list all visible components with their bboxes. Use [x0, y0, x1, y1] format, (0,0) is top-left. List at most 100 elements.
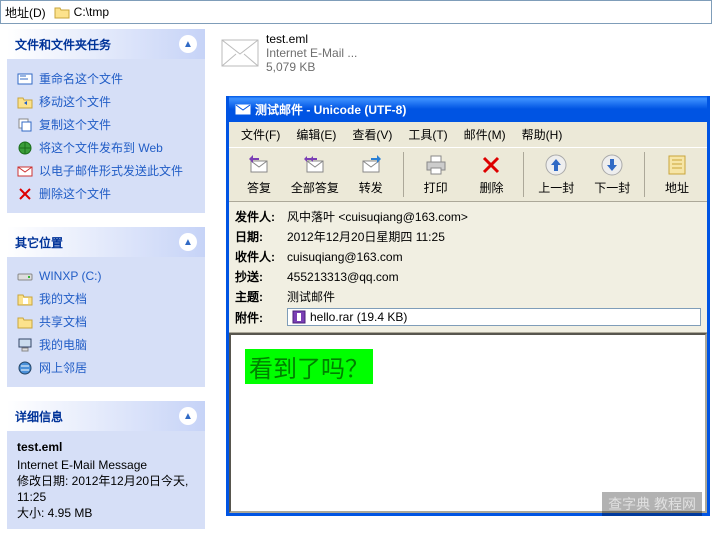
forward-button[interactable]: 转发 [343, 150, 399, 199]
attachment-value: hello.rar (19.4 KB) [310, 310, 407, 324]
reply-icon [247, 153, 271, 177]
file-info: test.eml Internet E-Mail ... 5,079 KB [266, 32, 357, 74]
chevron-up-icon: ▲ [179, 233, 197, 251]
email-window: 测试邮件 - Unicode (UTF-8) 文件(F) 编辑(E) 查看(V)… [226, 96, 710, 516]
mydocs-icon [17, 291, 33, 307]
menu-help[interactable]: 帮助(H) [514, 124, 571, 145]
network-icon [17, 360, 33, 376]
details-panel: 详细信息 ▲ test.eml Internet E-Mail Message … [6, 400, 206, 530]
address-bar: 地址(D) C:\tmp [0, 0, 712, 24]
details-header[interactable]: 详细信息 ▲ [7, 401, 205, 431]
cc-value: 455213313@qq.com [287, 270, 701, 284]
arrow-down-icon [600, 153, 624, 177]
body-text: 看到了吗？ [245, 349, 373, 384]
attach-label: 附件: [235, 309, 287, 326]
email-icon [17, 163, 33, 179]
to-value: cuisuqiang@163.com [287, 250, 701, 264]
menu-bar: 文件(F) 编辑(E) 查看(V) 工具(T) 邮件(M) 帮助(H) [229, 122, 707, 147]
mail-headers: 发件人: 风中落叶 <cuisuqiang@163.com> 日期: 2012年… [229, 202, 707, 333]
btn-label: 删除 [479, 181, 503, 195]
move-icon [17, 94, 33, 110]
address-path[interactable]: C:\tmp [74, 5, 711, 19]
place-label: 共享文档 [39, 313, 87, 330]
detail-filename: test.eml [17, 439, 195, 455]
rar-icon [292, 310, 306, 324]
to-label: 收件人: [235, 248, 287, 265]
file-list: test.eml Internet E-Mail ... 5,079 KB [214, 28, 712, 78]
attachment-box[interactable]: hello.rar (19.4 KB) [287, 308, 701, 326]
folder-icon [54, 4, 70, 20]
place-label: 我的电脑 [39, 336, 87, 353]
task-email[interactable]: 以电子邮件形式发送此文件 [17, 159, 195, 182]
file-tasks-header[interactable]: 文件和文件夹任务 ▲ [7, 29, 205, 59]
sidebar: 文件和文件夹任务 ▲ 重命名这个文件 移动这个文件 复制这个文件 将这个文件发布… [6, 28, 206, 542]
file-type: Internet E-Mail ... [266, 46, 357, 60]
watermark: 查字典 教程网 [602, 492, 702, 516]
other-places-header[interactable]: 其它位置 ▲ [7, 227, 205, 257]
file-name: test.eml [266, 32, 357, 46]
task-delete[interactable]: 删除这个文件 [17, 182, 195, 205]
task-move[interactable]: 移动这个文件 [17, 90, 195, 113]
other-places-body: WINXP (C:) 我的文档 共享文档 我的电脑 网上邻居 [7, 257, 205, 387]
toolbar-divider [644, 152, 645, 197]
task-label: 删除这个文件 [39, 185, 111, 202]
publish-icon [17, 140, 33, 156]
cc-label: 抄送: [235, 268, 287, 285]
btn-label: 地址 [665, 181, 689, 195]
replyall-button[interactable]: 全部答复 [287, 150, 343, 199]
file-item[interactable]: test.eml Internet E-Mail ... 5,079 KB [214, 28, 394, 78]
menu-tools[interactable]: 工具(T) [400, 124, 455, 145]
task-copy[interactable]: 复制这个文件 [17, 113, 195, 136]
copy-icon [17, 117, 33, 133]
place-mydocs[interactable]: 我的文档 [17, 287, 195, 310]
btn-label: 答复 [247, 181, 271, 195]
place-network[interactable]: 网上邻居 [17, 356, 195, 379]
from-label: 发件人: [235, 208, 287, 225]
print-button[interactable]: 打印 [408, 150, 464, 199]
menu-edit[interactable]: 编辑(E) [288, 124, 344, 145]
task-rename[interactable]: 重命名这个文件 [17, 67, 195, 90]
window-title: 测试邮件 - Unicode (UTF-8) [255, 101, 406, 118]
file-size: 5,079 KB [266, 60, 357, 74]
task-label: 复制这个文件 [39, 116, 111, 133]
prev-button[interactable]: 上一封 [528, 150, 584, 199]
trash-icon [479, 153, 503, 177]
address-button[interactable]: 地址 [649, 150, 705, 199]
panel-title: 其它位置 [15, 234, 63, 251]
date-value: 2012年12月20日星期四 11:25 [287, 228, 701, 245]
rename-icon [17, 71, 33, 87]
toolbar-divider [523, 152, 524, 197]
menu-view[interactable]: 查看(V) [344, 124, 400, 145]
mail-icon [235, 101, 251, 117]
reply-button[interactable]: 答复 [231, 150, 287, 199]
task-publish[interactable]: 将这个文件发布到 Web [17, 136, 195, 159]
place-label: 网上邻居 [39, 359, 87, 376]
next-button[interactable]: 下一封 [584, 150, 640, 199]
btn-label: 上一封 [538, 181, 574, 195]
place-shared[interactable]: 共享文档 [17, 310, 195, 333]
mail-body[interactable]: 看到了吗？ [229, 333, 707, 513]
place-winxp[interactable]: WINXP (C:) [17, 265, 195, 287]
detail-size: 大小: 4.95 MB [17, 505, 195, 521]
title-bar[interactable]: 测试邮件 - Unicode (UTF-8) [229, 96, 707, 122]
addressbook-icon [665, 153, 689, 177]
delete-button[interactable]: 删除 [464, 150, 520, 199]
panel-title: 文件和文件夹任务 [15, 36, 111, 53]
btn-label: 下一封 [594, 181, 630, 195]
menu-file[interactable]: 文件(F) [233, 124, 288, 145]
btn-label: 转发 [359, 181, 383, 195]
place-computer[interactable]: 我的电脑 [17, 333, 195, 356]
envelope-icon [218, 32, 262, 72]
address-label: 地址(D) [1, 4, 50, 21]
file-tasks-body: 重命名这个文件 移动这个文件 复制这个文件 将这个文件发布到 Web 以电子邮件… [7, 59, 205, 213]
subject-value: 测试邮件 [287, 288, 701, 305]
task-label: 以电子邮件形式发送此文件 [39, 162, 183, 179]
toolbar-divider [403, 152, 404, 197]
menu-message[interactable]: 邮件(M) [456, 124, 514, 145]
forward-icon [359, 153, 383, 177]
from-value: 风中落叶 <cuisuqiang@163.com> [287, 208, 701, 225]
computer-icon [17, 337, 33, 353]
replyall-icon [303, 153, 327, 177]
detail-modified: 修改日期: 2012年12月20日今天, 11:25 [17, 473, 195, 505]
details-body: test.eml Internet E-Mail Message 修改日期: 2… [7, 431, 205, 529]
